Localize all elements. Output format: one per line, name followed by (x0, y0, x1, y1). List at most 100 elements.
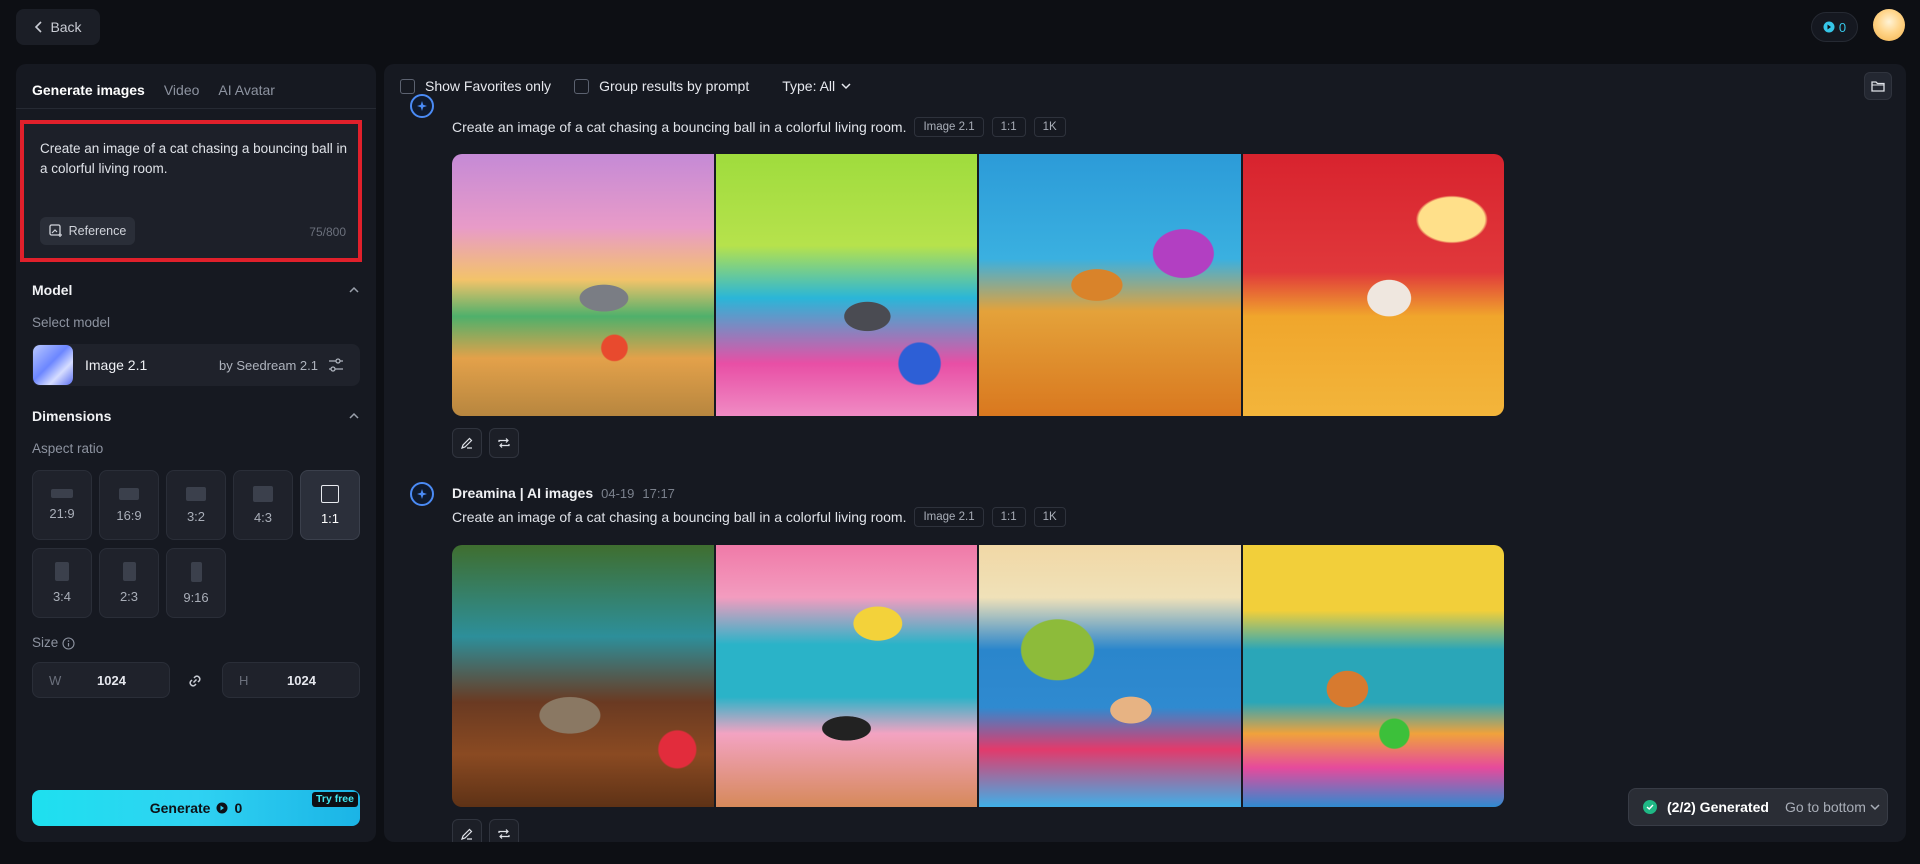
height-field[interactable]: H 1024 (222, 662, 360, 698)
link-icon[interactable] (186, 672, 204, 690)
ratio-shape (186, 486, 206, 501)
model-chip: Image 2.1 (914, 117, 984, 137)
dimensions-section-title: Dimensions (32, 408, 112, 424)
ratio-shape (119, 487, 139, 500)
generate-label: Generate (149, 800, 211, 816)
model-name: Image 2.1 (85, 357, 148, 373)
avatar[interactable] (1873, 9, 1905, 41)
height-value[interactable]: 1024 (287, 673, 316, 688)
size-label: Size (32, 635, 59, 650)
image-grid (452, 154, 1504, 416)
group-label[interactable]: Group results by prompt (599, 78, 749, 94)
model-selector[interactable]: Image 2.1 by Seedream 2.1 (32, 344, 360, 386)
tab-ai-avatar[interactable]: AI Avatar (218, 78, 275, 120)
aspect-21-9[interactable]: 21:9 (32, 470, 92, 540)
generated-image[interactable] (1242, 154, 1504, 416)
aspect-3-2[interactable]: 3:2 (166, 470, 226, 540)
regenerate-button[interactable] (489, 819, 519, 842)
entry-time: 17:17 (642, 486, 675, 501)
check-circle-icon (1643, 800, 1657, 814)
sliders-icon[interactable] (328, 357, 344, 373)
back-button[interactable]: Back (16, 9, 100, 45)
aspect-1-1[interactable]: 1:1 (300, 470, 360, 540)
entry-prompt-row: Create an image of a cat chasing a bounc… (452, 117, 1066, 137)
edit-button[interactable] (452, 428, 482, 458)
info-icon[interactable] (62, 637, 75, 650)
credits-count: 0 (1838, 19, 1847, 35)
ratio-label: 2:3 (119, 589, 139, 604)
pencil-icon (461, 437, 473, 449)
dreamina-logo-icon (410, 482, 434, 506)
reference-button[interactable]: Reference (40, 217, 135, 245)
width-field[interactable]: W 1024 (32, 662, 170, 698)
ratio-label: 16:9 (116, 507, 142, 523)
folder-button[interactable] (1864, 72, 1892, 100)
repeat-icon (498, 829, 510, 839)
ratio-shape (55, 562, 69, 581)
generated-image[interactable] (979, 154, 1241, 416)
toast-status: (2/2) Generated (1667, 799, 1769, 815)
regenerate-button[interactable] (489, 428, 519, 458)
entry-author: Dreamina | AI images 04-19 17:17 (452, 485, 675, 501)
entry-prompt-row: Create an image of a cat chasing a bounc… (452, 507, 1066, 527)
filter-bar: Show Favorites only Group results by pro… (400, 64, 851, 108)
entry-prompt[interactable]: Create an image of a cat chasing a bounc… (452, 509, 906, 525)
generated-image[interactable] (715, 154, 977, 416)
height-label: H (239, 673, 249, 688)
tab-generate-images[interactable]: Generate images (32, 78, 145, 120)
aspect-4-3[interactable]: 4:3 (233, 470, 293, 540)
ratio-label: 21:9 (49, 506, 75, 521)
top-bar: Back 0 (0, 0, 1920, 58)
aspect-ratio-label: Aspect ratio (32, 441, 104, 456)
ratio-shape (321, 484, 339, 503)
tab-video[interactable]: Video (164, 78, 200, 120)
aspect-16-9[interactable]: 16:9 (99, 470, 159, 540)
entry-prompt[interactable]: Create an image of a cat chasing a bounc… (452, 119, 906, 135)
group-checkbox[interactable] (574, 78, 590, 94)
chevron-up-icon[interactable] (348, 410, 360, 422)
generate-cost: 0 (234, 800, 243, 816)
aspect-3-4[interactable]: 3:4 (32, 548, 92, 618)
model-chip: Image 2.1 (914, 507, 984, 527)
chevron-down-icon (1870, 804, 1880, 811)
aspect-9-16[interactable]: 9:16 (166, 548, 226, 618)
generated-image[interactable] (1242, 545, 1504, 807)
favorites-label[interactable]: Show Favorites only (425, 78, 551, 94)
ratio-label: 1:1 (320, 510, 340, 526)
ratio-shape (51, 489, 73, 498)
feed: Create an image of a cat chasing a bounc… (384, 94, 1906, 842)
type-label: Type: All (782, 78, 836, 94)
chevron-down-icon (841, 83, 851, 90)
ratio-shape (190, 561, 202, 582)
type-dropdown[interactable]: Type: All (782, 78, 851, 94)
model-thumbnail (33, 345, 73, 385)
model-section-title: Model (32, 282, 73, 298)
ratio-chip: 1:1 (991, 507, 1026, 527)
ratio-label: 3:2 (186, 508, 206, 524)
generate-button[interactable]: Generate 0 Try free (32, 790, 360, 826)
prompt-textarea[interactable]: Create an image of a cat chasing a bounc… (20, 120, 362, 262)
credits-badge[interactable]: 0 (1811, 12, 1858, 42)
ratio-label: 3:4 (52, 589, 72, 604)
width-value[interactable]: 1024 (97, 673, 126, 688)
chevron-left-icon (35, 21, 43, 33)
chevron-up-icon[interactable] (348, 284, 360, 296)
edit-button[interactable] (452, 819, 482, 842)
go-to-bottom-link[interactable]: Go to bottom (1785, 799, 1880, 815)
generated-image[interactable] (715, 545, 977, 807)
credit-icon (216, 802, 228, 814)
generated-image[interactable] (452, 545, 714, 807)
generated-image[interactable] (979, 545, 1241, 807)
ratio-label: 4:3 (253, 509, 273, 525)
favorites-checkbox[interactable] (400, 78, 415, 94)
width-label: W (49, 673, 62, 688)
generated-image[interactable] (452, 154, 714, 416)
results-panel: Show Favorites only Group results by pro… (384, 64, 1906, 842)
ratio-chip: 1:1 (991, 117, 1026, 137)
aspect-2-3[interactable]: 2:3 (99, 548, 159, 618)
try-free-badge: Try free (312, 792, 358, 807)
pencil-icon (461, 828, 473, 840)
generation-sidebar: Generate images Video AI Avatar Create a… (16, 64, 376, 842)
image-grid (452, 545, 1504, 807)
prompt-text[interactable]: Create an image of a cat chasing a bounc… (40, 139, 348, 179)
